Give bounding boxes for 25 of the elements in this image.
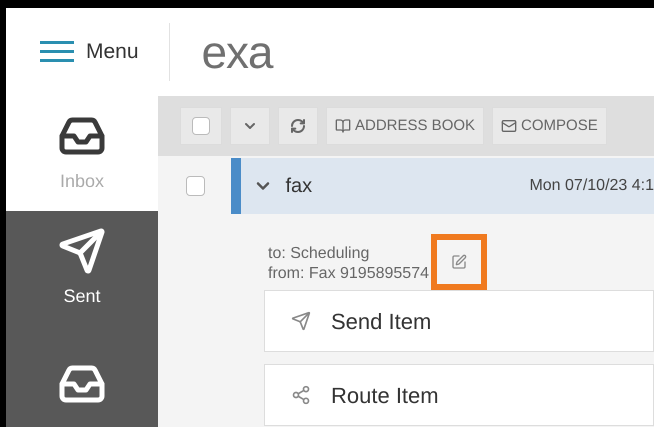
dropdown-button[interactable] [230,107,270,145]
sidebar-label: Inbox [60,170,104,193]
to-line: to: Scheduling [268,244,370,264]
message-row[interactable]: fax Mon 07/10/23 4:1 [231,158,654,214]
paper-plane-icon [291,311,311,331]
sidebar-label: Sent [63,285,101,308]
route-item-button[interactable]: Route Item [264,364,654,426]
edit-button[interactable] [431,234,487,290]
menu-button[interactable]: Menu [6,36,169,68]
message-checkbox[interactable] [186,176,206,196]
envelope-icon [501,118,518,134]
address-book-button[interactable]: ADDRESS BOOK [326,107,484,145]
share-nodes-icon [291,385,311,405]
compose-button[interactable]: COMPOSE [492,107,607,145]
logo: exa [202,29,272,75]
book-icon [335,118,351,134]
message-date: Mon 07/10/23 4:1 [529,176,654,196]
from-line: from: Fax 9195895574 [268,264,429,284]
message-subject: fax [285,174,314,199]
select-all-checkbox[interactable] [192,117,210,135]
menu-icon [40,39,74,65]
refresh-icon [290,118,306,134]
edit-icon [451,254,467,270]
send-item-button[interactable]: Send Item [264,290,654,352]
refresh-button[interactable] [278,107,318,145]
